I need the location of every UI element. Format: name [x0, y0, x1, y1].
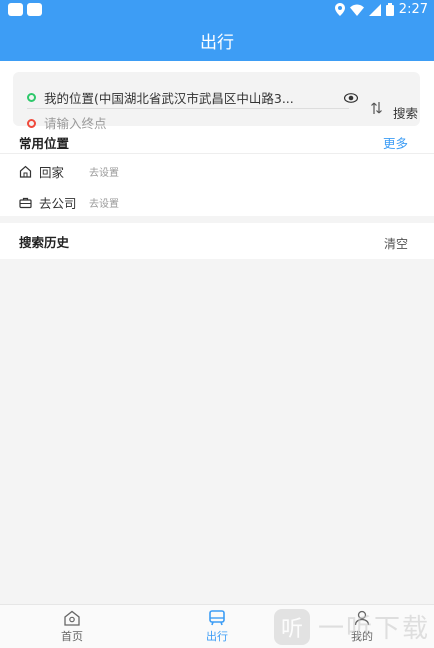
route-search-box: 我的位置(中国湖北省武汉市武昌区中山路3... 搜索	[13, 72, 420, 131]
title-bar: 出行	[0, 20, 434, 61]
bus-icon	[209, 610, 225, 626]
notification-icon	[8, 3, 23, 16]
start-location-field[interactable]: 我的位置(中国湖北省武汉市武昌区中山路3...	[27, 87, 349, 109]
home-icon	[19, 165, 32, 178]
notification-icons	[8, 3, 42, 16]
watermark-logo: 听	[274, 608, 310, 645]
place-hint: 去设置	[89, 167, 119, 179]
location-icon	[334, 3, 345, 16]
destination-input[interactable]	[44, 115, 314, 131]
wifi-icon	[349, 4, 364, 16]
common-places-header: 常用位置 更多	[0, 130, 434, 154]
eye-icon[interactable]	[343, 88, 359, 107]
home-tab-icon	[64, 610, 80, 626]
search-history-title: 搜索历史	[19, 235, 70, 250]
page-title: 出行	[200, 33, 234, 53]
common-places-section: 常用位置 更多 回家 去设置 去公司 去设置	[0, 130, 434, 216]
tab-travel[interactable]: 出行	[177, 605, 257, 648]
place-item-home[interactable]: 回家 去设置	[0, 157, 434, 185]
place-name: 回家	[39, 164, 65, 180]
signal-icon	[368, 3, 381, 16]
watermark: 听 一听下载	[274, 605, 434, 648]
system-status: 2:27	[334, 2, 428, 17]
tab-label: 出行	[206, 630, 228, 643]
start-dot-icon	[27, 93, 36, 102]
clear-history-button[interactable]: 清空	[384, 235, 408, 252]
search-history-section: 搜索历史 清空	[0, 223, 434, 259]
start-location-text: 我的位置(中国湖北省武汉市武昌区中山路3...	[44, 91, 294, 106]
place-hint: 去设置	[89, 198, 119, 210]
place-name: 去公司	[39, 195, 77, 211]
place-item-company[interactable]: 去公司 去设置	[0, 188, 434, 216]
tab-home[interactable]: 首页	[32, 605, 112, 648]
watermark-text: 一听下载	[318, 614, 431, 644]
status-time: 2:27	[398, 2, 428, 17]
tab-label: 首页	[61, 630, 83, 643]
battery-icon	[385, 3, 394, 16]
briefcase-icon	[19, 197, 32, 208]
end-dot-icon	[27, 118, 36, 128]
notification-icon	[27, 3, 42, 16]
more-link[interactable]: 更多	[383, 133, 408, 152]
status-bar: 2:27	[0, 0, 434, 20]
search-button[interactable]: 搜索	[393, 103, 418, 122]
search-panel: 我的位置(中国湖北省武汉市武昌区中山路3... 搜索	[0, 61, 434, 131]
common-places-title: 常用位置	[19, 136, 70, 151]
swap-icon[interactable]	[371, 101, 382, 119]
